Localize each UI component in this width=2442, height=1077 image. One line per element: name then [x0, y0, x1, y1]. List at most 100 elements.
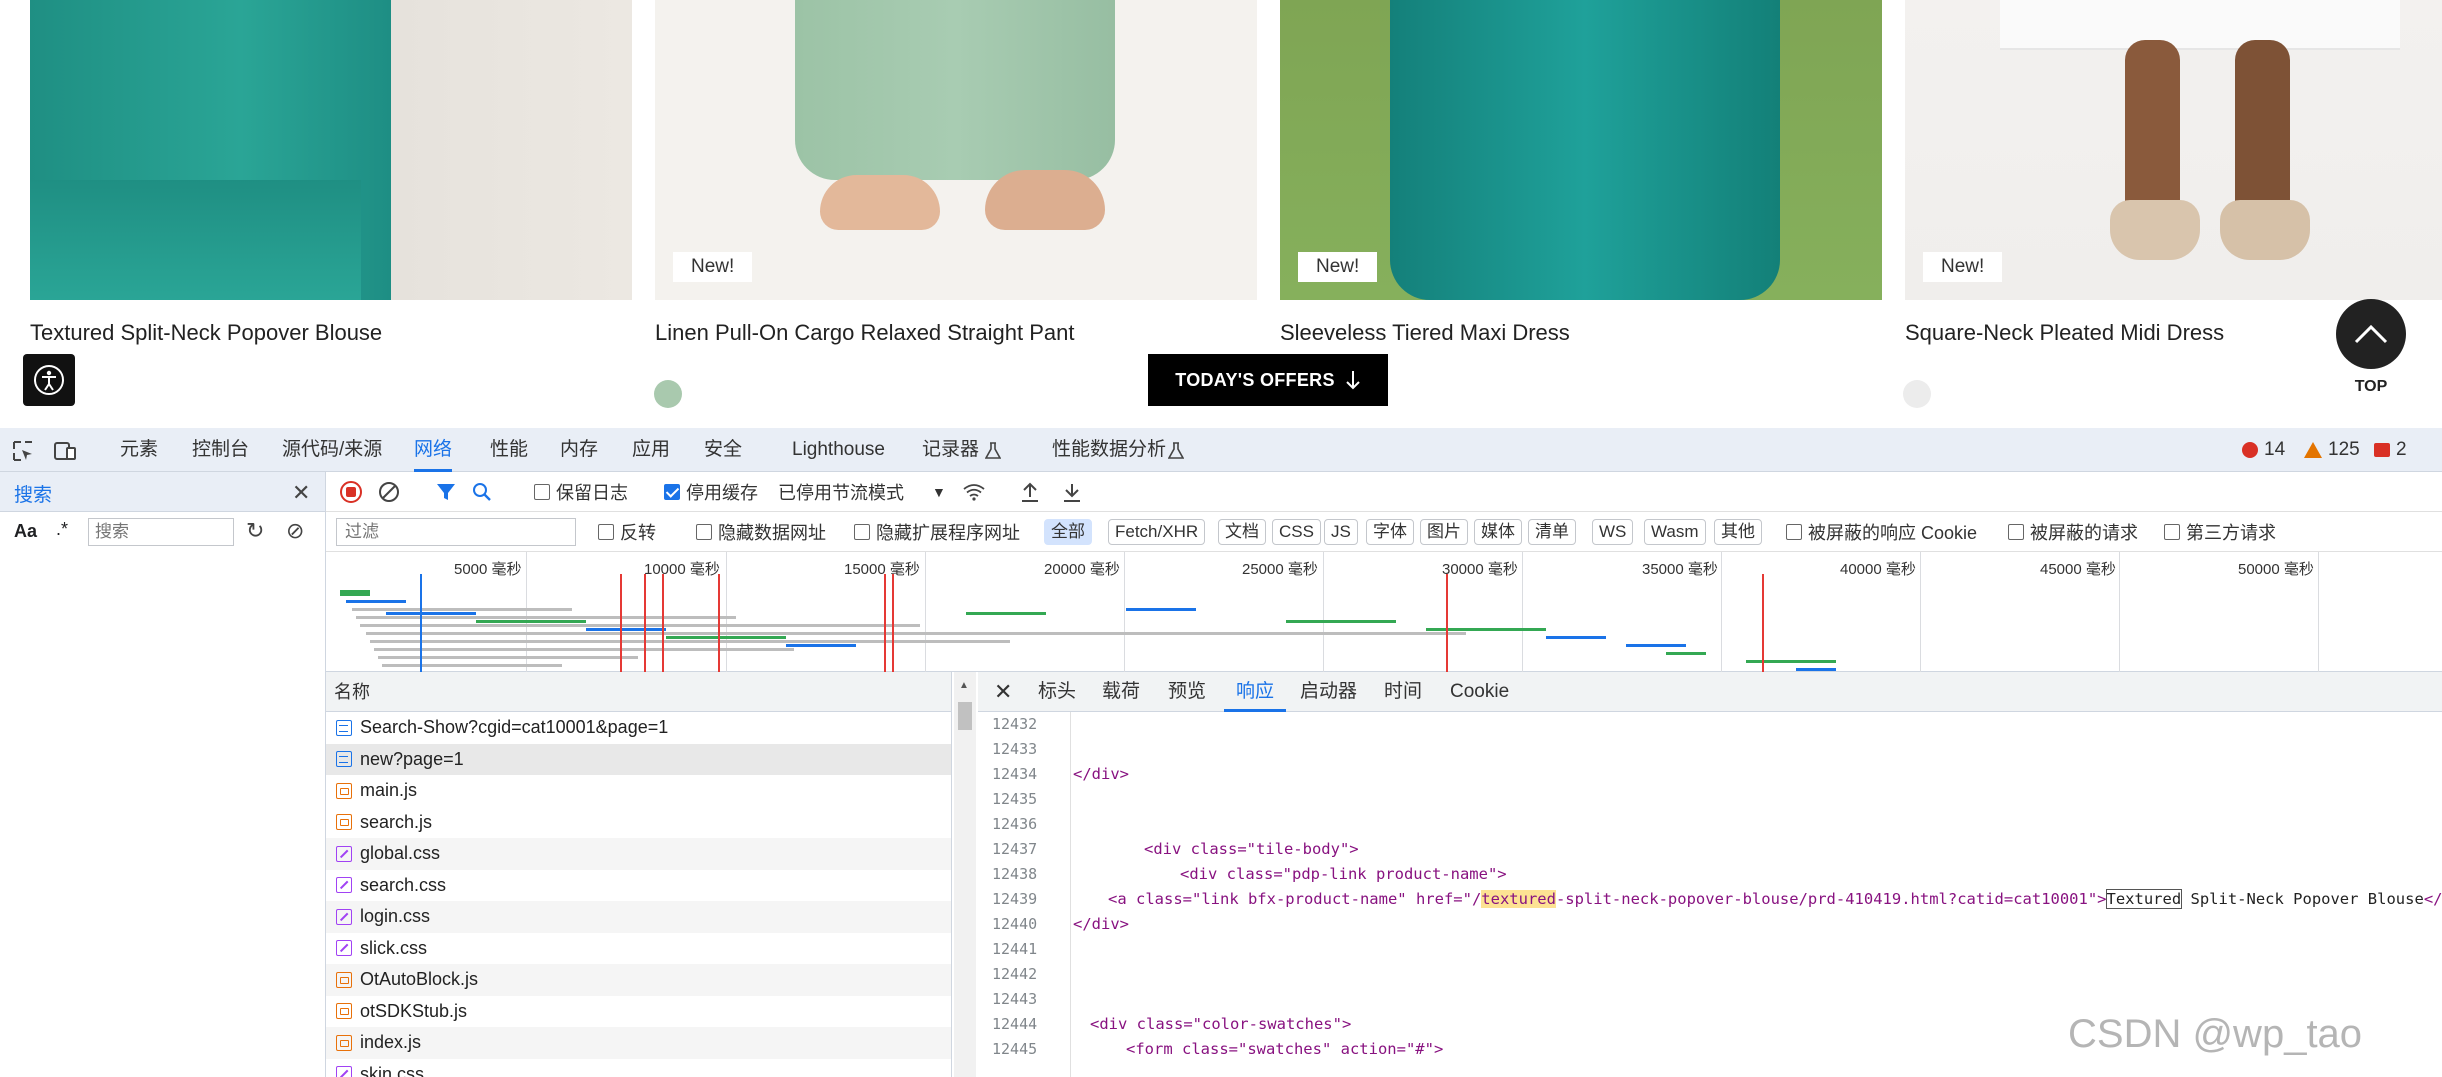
color-swatch-sage[interactable] — [654, 380, 682, 408]
request-row[interactable]: main.js — [326, 775, 951, 807]
close-icon[interactable]: ✕ — [994, 672, 1012, 712]
export-har-button[interactable] — [1062, 472, 1082, 512]
type-filter-ws[interactable]: WS — [1592, 519, 1634, 545]
request-row[interactable]: Search-Show?cgid=cat10001&page=1 — [326, 712, 951, 744]
product-title-3[interactable]: Sleeveless Tiered Maxi Dress — [1280, 320, 1570, 346]
type-filter-fetch-xhr[interactable]: Fetch/XHR — [1108, 519, 1206, 545]
type-filter-media[interactable]: 媒体 — [1474, 519, 1522, 545]
record-button[interactable] — [340, 472, 362, 512]
checkbox[interactable] — [854, 524, 870, 540]
product-image-4[interactable]: New! — [1905, 0, 2442, 300]
tab-sources[interactable]: 源代码/来源 — [282, 428, 382, 472]
request-row[interactable]: login.css — [326, 901, 951, 933]
tab-elements[interactable]: 元素 — [120, 428, 158, 472]
device-toolbar-icon[interactable] — [54, 440, 76, 462]
regex-toggle[interactable]: .* — [56, 519, 68, 540]
checkbox-checked[interactable] — [664, 484, 680, 500]
checkbox[interactable] — [534, 484, 550, 500]
checkbox[interactable] — [598, 524, 614, 540]
type-filter-wasm[interactable]: Wasm — [1644, 519, 1706, 545]
tab-timing[interactable]: 时间 — [1384, 672, 1422, 712]
accessibility-button[interactable] — [23, 354, 75, 406]
error-count[interactable]: 14 — [2242, 428, 2285, 472]
scroll-up-icon[interactable]: ▲ — [959, 680, 969, 691]
tab-network[interactable]: 网络 — [414, 428, 453, 472]
tab-security[interactable]: 安全 — [704, 428, 742, 472]
product-image-2[interactable]: New! — [655, 0, 1257, 300]
request-row[interactable]: search.js — [326, 807, 951, 839]
hide-extension-urls-checkbox[interactable]: 隐藏扩展程序网址 — [854, 512, 1020, 552]
refresh-icon[interactable]: ↻ — [246, 518, 264, 544]
request-list-scrollbar[interactable]: ▲ — [954, 672, 976, 1077]
checkbox[interactable] — [1786, 524, 1802, 540]
tab-payload[interactable]: 载荷 — [1102, 672, 1140, 712]
third-party-checkbox[interactable]: 第三方请求 — [2164, 512, 2276, 552]
name-column-header[interactable]: 名称 — [326, 672, 951, 712]
type-filter-css[interactable]: CSS — [1272, 519, 1321, 545]
clear-icon[interactable]: ⊘ — [286, 518, 304, 544]
request-row[interactable]: search.css — [326, 870, 951, 902]
product-title-1[interactable]: Textured Split-Neck Popover Blouse — [30, 320, 382, 346]
request-row[interactable]: slick.css — [326, 933, 951, 965]
scrollbar-thumb[interactable] — [958, 702, 972, 730]
product-image-1[interactable] — [30, 0, 632, 300]
tab-cookies[interactable]: Cookie — [1450, 672, 1509, 712]
issue-count[interactable]: 2 — [2374, 428, 2407, 472]
warning-count[interactable]: 125 — [2304, 428, 2360, 472]
blocked-requests-checkbox[interactable]: 被屏蔽的请求 — [2008, 512, 2138, 552]
flask-icon — [1168, 442, 1184, 459]
disable-cache-checkbox[interactable]: 停用缓存 — [664, 472, 758, 512]
back-to-top-button[interactable] — [2336, 299, 2406, 369]
tab-performance-insights[interactable]: 性能数据分析 — [1052, 428, 1166, 472]
type-filter-all[interactable]: 全部 — [1044, 519, 1092, 545]
request-row[interactable]: OtAutoBlock.js — [326, 964, 951, 996]
tab-preview[interactable]: 预览 — [1168, 672, 1206, 712]
request-row[interactable]: skin.css — [326, 1059, 951, 1077]
tab-initiator[interactable]: 启动器 — [1300, 672, 1357, 712]
type-filter-js[interactable]: JS — [1324, 519, 1358, 545]
invert-checkbox[interactable]: 反转 — [598, 512, 656, 552]
filter-toggle[interactable] — [436, 472, 456, 512]
request-row[interactable]: index.js — [326, 1027, 951, 1059]
color-swatch-white[interactable] — [1903, 380, 1931, 408]
type-filter-img[interactable]: 图片 — [1420, 519, 1468, 545]
checkbox[interactable] — [2008, 524, 2024, 540]
tab-recorder[interactable]: 记录器 — [922, 428, 979, 472]
tab-memory[interactable]: 内存 — [560, 428, 598, 472]
todays-offers-button[interactable]: TODAY'S OFFERS — [1148, 354, 1388, 406]
hide-data-urls-checkbox[interactable]: 隐藏数据网址 — [696, 512, 826, 552]
filter-input[interactable] — [336, 518, 576, 546]
tab-response[interactable]: 响应 — [1224, 672, 1287, 712]
search-input[interactable] — [88, 518, 234, 546]
request-row[interactable]: new?page=1 — [326, 743, 951, 775]
checkbox[interactable] — [696, 524, 712, 540]
close-icon[interactable]: ✕ — [292, 480, 310, 506]
search-panel-title[interactable]: 搜索 — [14, 480, 52, 507]
tab-application[interactable]: 应用 — [632, 428, 670, 472]
type-filter-font[interactable]: 字体 — [1366, 519, 1414, 545]
request-row[interactable]: global.css — [326, 838, 951, 870]
tab-console[interactable]: 控制台 — [192, 428, 249, 472]
product-page: New! New! New! Textured Split-Neck Popov… — [0, 0, 2442, 428]
tab-performance[interactable]: 性能 — [490, 428, 528, 472]
throttling-select[interactable]: 已停用节流模式 ▼ — [778, 472, 946, 512]
inspect-element-icon[interactable] — [12, 440, 34, 462]
match-case-toggle[interactable]: Aa — [14, 521, 37, 542]
product-title-2[interactable]: Linen Pull-On Cargo Relaxed Straight Pan… — [655, 320, 1074, 346]
product-title-4[interactable]: Square-Neck Pleated Midi Dress — [1905, 320, 2224, 346]
network-timeline-overview[interactable]: 5000 毫秒 10000 毫秒 15000 毫秒 20000 毫秒 25000… — [326, 552, 2442, 672]
checkbox[interactable] — [2164, 524, 2180, 540]
type-filter-manifest[interactable]: 清单 — [1528, 519, 1576, 545]
clear-button[interactable] — [378, 472, 400, 512]
import-har-button[interactable] — [1020, 472, 1040, 512]
type-filter-doc[interactable]: 文档 — [1218, 519, 1266, 545]
request-row[interactable]: otSDKStub.js — [326, 996, 951, 1028]
type-filter-other[interactable]: 其他 — [1714, 519, 1762, 545]
tab-lighthouse[interactable]: Lighthouse — [792, 428, 885, 472]
tab-headers[interactable]: 标头 — [1038, 672, 1076, 712]
network-conditions-button[interactable] — [962, 472, 986, 512]
blocked-cookies-checkbox[interactable]: 被屏蔽的响应 Cookie — [1786, 512, 1977, 552]
search-button[interactable] — [472, 472, 492, 512]
preserve-log-checkbox[interactable]: 保留日志 — [534, 472, 628, 512]
product-image-3[interactable]: New! — [1280, 0, 1882, 300]
